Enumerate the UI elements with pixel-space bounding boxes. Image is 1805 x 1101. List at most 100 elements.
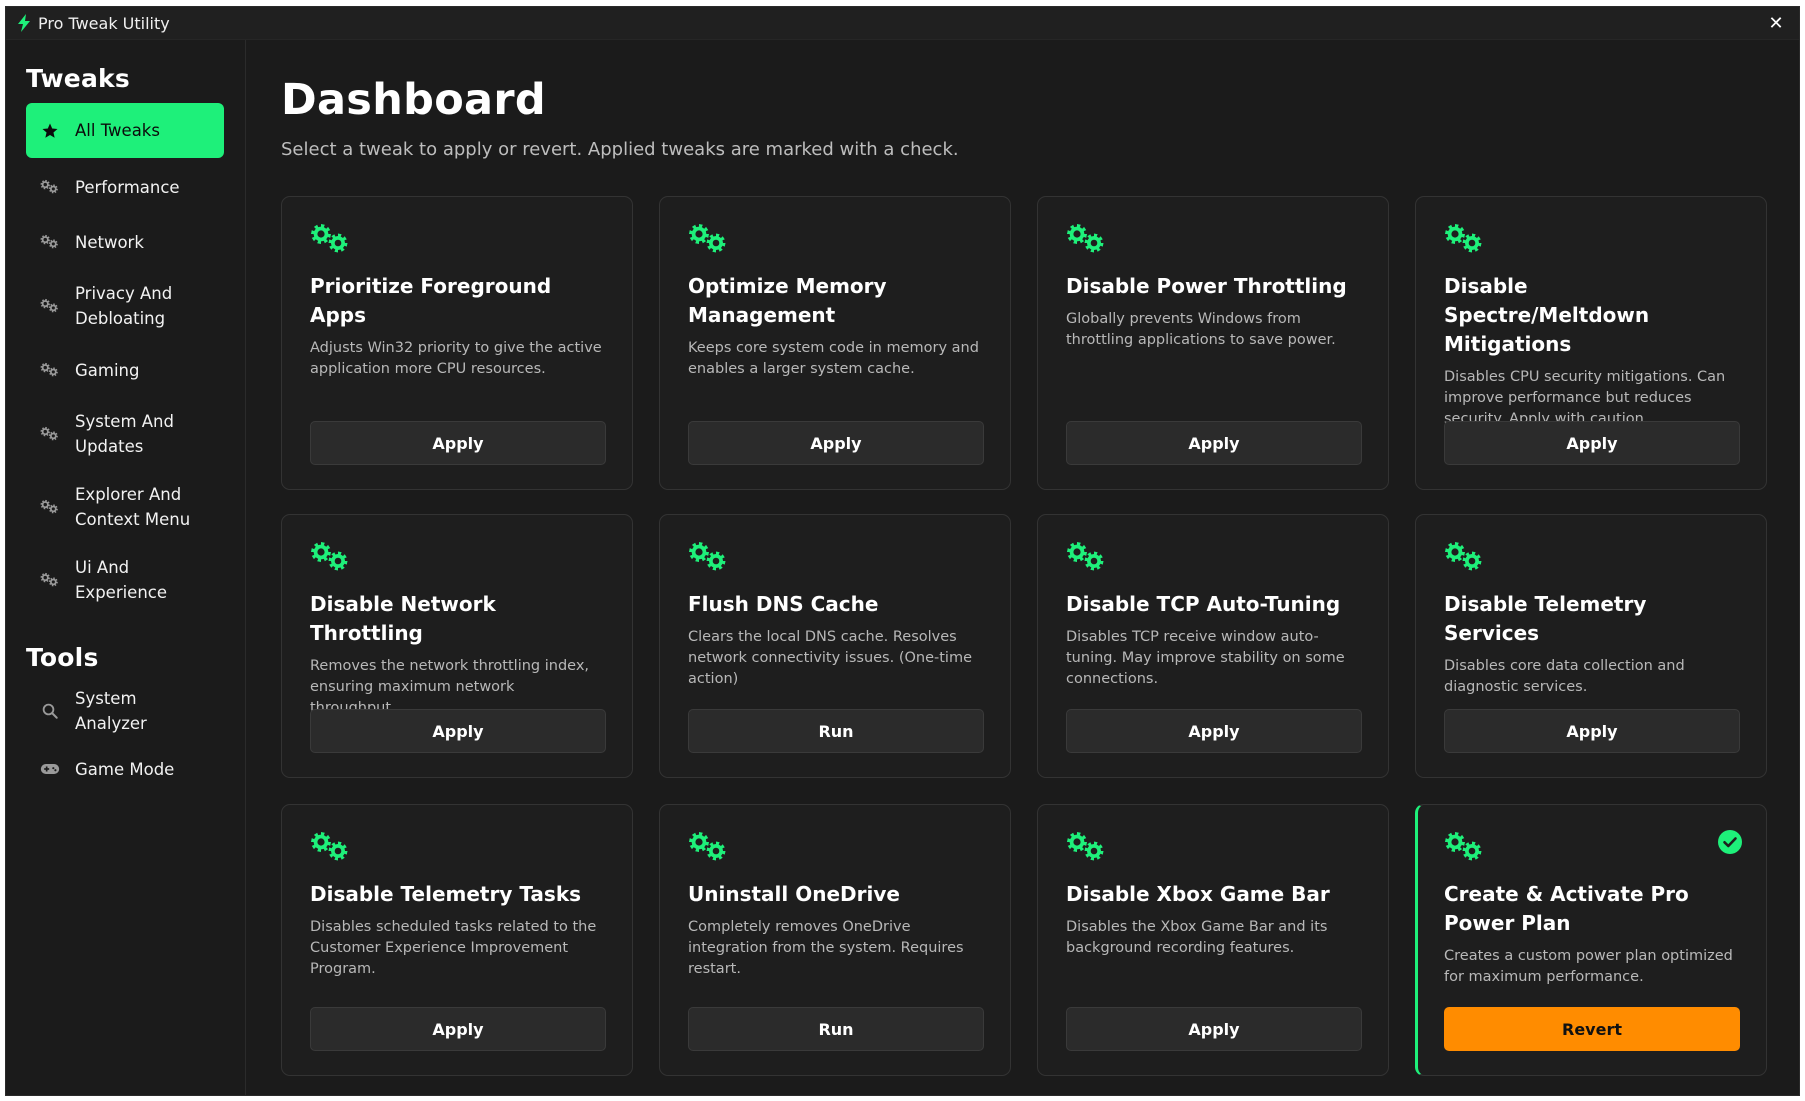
apply-button[interactable]: Apply <box>310 709 606 753</box>
tweak-card-description: Disables the Xbox Game Bar and its backg… <box>1066 919 1328 956</box>
tweak-card: Create & Activate Pro Power Plan Creates … <box>1415 804 1767 1076</box>
tweak-card-title: Optimize Memory Management <box>688 274 887 327</box>
gears-icon <box>40 572 58 587</box>
run-button[interactable]: Run <box>688 1007 984 1051</box>
applied-check-icon <box>1718 830 1742 854</box>
gears-icon <box>1067 224 1104 253</box>
sidebar-item-privacy-and-debloating[interactable]: Privacy And Debloating <box>26 271 224 341</box>
tweak-card: Disable TCP Auto-Tuning Disables TCP rece… <box>1037 514 1389 778</box>
sidebar-item-performance[interactable]: Performance <box>26 161 224 213</box>
tweak-card: Uninstall OneDrive Completely removes One… <box>659 804 1011 1076</box>
page-subtitle: Select a tweak to apply or revert. Appli… <box>281 139 959 160</box>
close-button[interactable]: ✕ <box>1765 13 1787 34</box>
tweak-card: Disable Telemetry Services Disables core … <box>1415 514 1767 778</box>
apply-button[interactable]: Apply <box>310 421 606 465</box>
gears-icon <box>311 542 348 571</box>
tweak-card-description: Disables scheduled tasks related to the … <box>310 919 597 977</box>
apply-button[interactable]: Apply <box>1066 421 1362 465</box>
tools-nav: System Analyzer Game Mode <box>26 682 225 795</box>
tweak-card: Prioritize Foreground Apps Adjusts Win32 … <box>281 196 633 490</box>
apply-button[interactable]: Apply <box>1066 709 1362 753</box>
title-bar: Pro Tweak Utility ✕ <box>6 7 1799 40</box>
sidebar-item-network[interactable]: Network <box>26 216 224 268</box>
sidebar-item-label: Explorer And Context Menu <box>75 485 191 529</box>
tweak-card: Disable Power Throttling Globally prevent… <box>1037 196 1389 490</box>
tweak-card-title: Uninstall OneDrive <box>688 882 900 906</box>
sidebar-item-gaming[interactable]: Gaming <box>26 344 224 396</box>
tweak-card-description: Disables core data collection and diagno… <box>1444 658 1685 695</box>
gears-icon-wrap <box>40 424 60 444</box>
window-title: Pro Tweak Utility <box>38 13 170 33</box>
gears-icon-wrap <box>40 570 60 590</box>
gears-icon-wrap <box>40 360 60 380</box>
tweak-card-description: Creates a custom power plan optimized fo… <box>1444 948 1733 985</box>
sidebar-item-explorer-and-context-menu[interactable]: Explorer And Context Menu <box>26 472 224 542</box>
apply-button[interactable]: Apply <box>310 1007 606 1051</box>
sidebar-item-label: Game Mode <box>75 759 175 779</box>
gears-icon <box>40 179 58 194</box>
tweaks-heading: Tweaks <box>26 64 130 93</box>
gears-icon-wrap <box>40 497 60 517</box>
gears-icon <box>40 499 58 514</box>
apply-button[interactable]: Apply <box>1444 421 1740 465</box>
sidebar-item-label: All Tweaks <box>75 121 160 140</box>
sidebar-item-system-and-updates[interactable]: System And Updates <box>26 399 224 469</box>
gears-icon <box>311 224 348 253</box>
app-window: Pro Tweak Utility ✕ Tweaks All Tweaks Per… <box>5 6 1800 1096</box>
sidebar-item-game-mode[interactable]: Game Mode <box>26 743 224 795</box>
sidebar-item-label: Gaming <box>75 360 140 380</box>
sidebar-item-system-analyzer[interactable]: System Analyzer <box>26 682 224 740</box>
sidebar-item-label: Performance <box>75 177 180 197</box>
apply-button[interactable]: Apply <box>1066 1007 1362 1051</box>
tweak-card-title: Disable TCP Auto-Tuning <box>1066 592 1341 616</box>
sidebar-item-label: Privacy And Debloating <box>75 284 173 328</box>
tweak-card-title: Disable Spectre/Meltdown Mitigations <box>1444 274 1650 356</box>
sidebar: Tweaks All Tweaks Performance Network Priva… <box>6 40 246 1095</box>
lightning-bolt-icon <box>18 14 30 32</box>
tweak-card-title: Disable Telemetry Tasks <box>310 882 582 906</box>
gears-icon <box>689 224 726 253</box>
star-icon <box>42 123 58 138</box>
gears-icon <box>1445 832 1482 861</box>
gears-icon-wrap <box>40 232 60 252</box>
tweak-card: Disable Spectre/Meltdown Mitigations Disa… <box>1415 196 1767 490</box>
gears-icon <box>1445 224 1482 253</box>
tweak-card: Disable Network Throttling Removes the ne… <box>281 514 633 778</box>
revert-button[interactable]: Revert <box>1444 1007 1740 1051</box>
tweaks-nav: All Tweaks Performance Network Privacy And … <box>26 103 225 615</box>
apply-button[interactable]: Apply <box>688 421 984 465</box>
gears-icon <box>40 298 58 313</box>
tweak-card-description: Completely removes OneDrive integration … <box>688 919 964 977</box>
search-icon <box>42 703 58 719</box>
sidebar-item-all-tweaks[interactable]: All Tweaks <box>26 103 224 158</box>
gamepad-icon-wrap <box>40 759 60 779</box>
tweak-card: Disable Xbox Game Bar Disables the Xbox G… <box>1037 804 1389 1076</box>
search-icon-wrap <box>40 701 60 721</box>
gears-icon <box>40 234 58 249</box>
tweak-card-title: Prioritize Foreground Apps <box>310 274 552 327</box>
sidebar-item-label: Network <box>75 232 144 252</box>
gears-icon <box>1445 542 1482 571</box>
tweak-card: Optimize Memory Management Keeps core sys… <box>659 196 1011 490</box>
apply-button[interactable]: Apply <box>1444 709 1740 753</box>
tweak-card-title: Disable Network Throttling <box>310 592 496 645</box>
gears-icon <box>40 426 58 441</box>
sidebar-item-label: System Analyzer <box>75 689 147 733</box>
sidebar-item-label: Ui And Experience <box>75 558 168 602</box>
tweak-card-description: Keeps core system code in memory and ena… <box>688 340 979 377</box>
sidebar-item-ui-and-experience[interactable]: Ui And Experience <box>26 545 224 615</box>
gears-icon <box>689 832 726 861</box>
tweak-card-description: Clears the local DNS cache. Resolves net… <box>688 629 973 687</box>
gears-icon <box>311 832 348 861</box>
tweak-card-title: Create & Activate Pro Power Plan <box>1444 882 1689 935</box>
gears-icon <box>1067 832 1104 861</box>
tweak-card-description: Disables TCP receive window auto-tuning.… <box>1066 629 1345 687</box>
run-button[interactable]: Run <box>688 709 984 753</box>
tweak-card-title: Disable Telemetry Services <box>1444 592 1647 645</box>
gears-icon <box>689 542 726 571</box>
gears-icon <box>40 362 58 377</box>
gears-icon-wrap <box>40 177 60 197</box>
gears-icon <box>1067 542 1104 571</box>
gears-icon-wrap <box>40 296 60 316</box>
tweak-card-description: Adjusts Win32 priority to give the activ… <box>310 340 602 377</box>
